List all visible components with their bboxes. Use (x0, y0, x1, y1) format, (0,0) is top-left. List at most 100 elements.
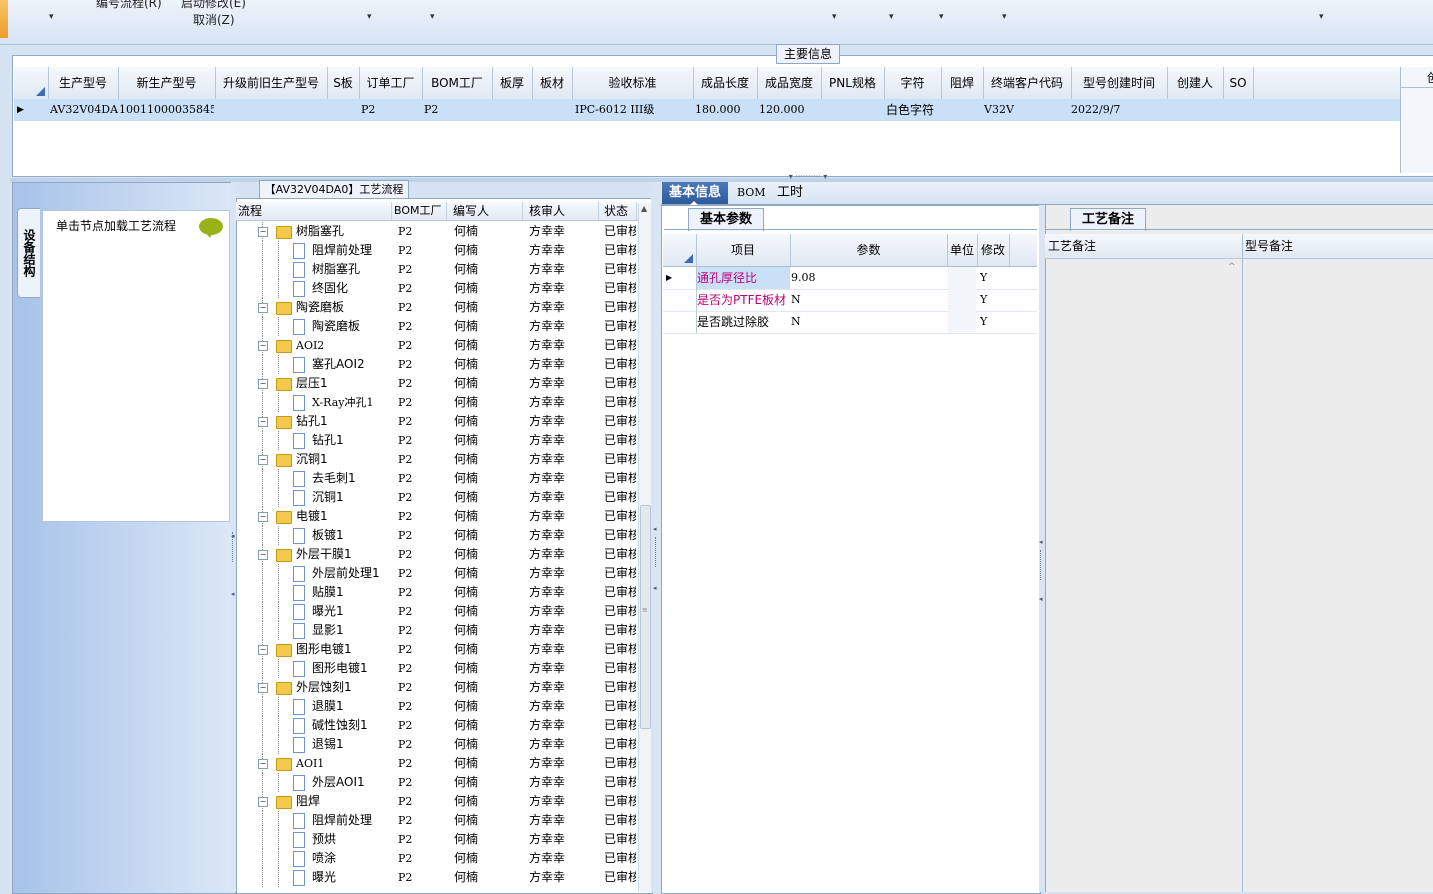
col-header[interactable]: 生产型号 (48, 67, 119, 99)
splitter-grip-icon[interactable]: ▾ ·········· ▾ (779, 173, 837, 181)
collapse-node-icon[interactable]: − (258, 341, 268, 351)
tree-row[interactable]: − 外层干膜1 P2 何楠 方幸幸 已审核 (236, 545, 636, 564)
tab-work-hours[interactable]: 工时 (777, 182, 803, 204)
collapse-node-icon[interactable]: − (258, 759, 268, 769)
cell[interactable]: P2 (361, 99, 421, 121)
col-header[interactable]: 核审人 (523, 202, 599, 220)
collapse-left-icon[interactable]: ◂ (653, 525, 657, 533)
param-modify[interactable]: Y (980, 311, 1008, 333)
tree-row[interactable]: − 阻焊 P2 何楠 方幸幸 已审核 (236, 792, 636, 811)
cell[interactable] (217, 99, 327, 121)
tab-device-structure[interactable]: 设备结构 (17, 208, 40, 298)
model-notes-input[interactable] (1245, 259, 1433, 891)
collapse-node-icon[interactable]: − (258, 379, 268, 389)
chevron-down-icon[interactable]: ▾ (367, 12, 372, 22)
param-unit[interactable] (948, 311, 976, 333)
chevron-down-icon[interactable]: ▾ (889, 12, 894, 22)
col-header[interactable]: 型号创建时间 (1071, 67, 1168, 99)
param-value[interactable]: N (791, 311, 946, 333)
cell[interactable] (534, 99, 572, 121)
tree-row[interactable]: − 电镀1 P2 何楠 方幸幸 已审核 (236, 507, 636, 526)
tree-row[interactable]: 图形电镀1 P2 何楠 方幸幸 已审核 (236, 659, 636, 678)
col-header[interactable]: 单位 (947, 234, 978, 266)
col-header[interactable]: 型号备注 (1242, 234, 1433, 258)
tree-row[interactable]: 板镀1 P2 何楠 方幸幸 已审核 (236, 526, 636, 545)
param-value[interactable]: N (791, 289, 946, 311)
collapse-node-icon[interactable]: − (258, 417, 268, 427)
col-header[interactable]: BOM工厂 (392, 202, 447, 220)
tree-row[interactable]: − 层压1 P2 何楠 方幸幸 已审核 (236, 374, 636, 393)
cell[interactable]: V32V (984, 99, 1070, 121)
col-header[interactable]: 阻焊 (941, 67, 984, 99)
param-row[interactable]: ▶ 通孔厚径比 9.08 Y (663, 267, 1037, 290)
collapse-node-icon[interactable]: − (258, 303, 268, 313)
param-row[interactable]: 是否跳过除胶 N Y (663, 311, 1037, 334)
col-header[interactable]: 验收标准 (572, 67, 694, 99)
tree-row[interactable]: − 陶瓷磨板 P2 何楠 方幸幸 已审核 (236, 298, 636, 317)
tree-row[interactable]: X-Ray冲孔1 P2 何楠 方幸幸 已审核 (236, 393, 636, 412)
collapse-left-icon[interactable]: ◂ (653, 584, 657, 592)
tree-row[interactable]: 外层AOI1 P2 何楠 方幸幸 已审核 (236, 773, 636, 792)
chevron-down-icon[interactable]: ▾ (49, 12, 54, 22)
collapse-node-icon[interactable]: − (258, 455, 268, 465)
cell[interactable]: AV32V04DA0 (50, 99, 118, 121)
collapse-node-icon[interactable]: − (258, 550, 268, 560)
tree-row[interactable]: 钻孔1 P2 何楠 方幸幸 已审核 (236, 431, 636, 450)
chevron-down-icon[interactable]: ▾ (430, 12, 435, 22)
cell[interactable] (1169, 99, 1223, 121)
cell[interactable]: 180.000 (695, 99, 757, 121)
tree-row[interactable]: − 图形电镀1 P2 何楠 方幸幸 已审核 (236, 640, 636, 659)
collapse-left-icon[interactable]: ◂ (1039, 595, 1043, 603)
param-row[interactable]: 是否为PTFE板材 N Y (663, 289, 1037, 312)
col-header[interactable]: 板材 (532, 67, 573, 99)
cell[interactable]: 120.000 (759, 99, 821, 121)
col-header[interactable]: 字符 (884, 67, 942, 99)
col-header[interactable]: 修改 (977, 234, 1010, 266)
col-header[interactable]: 流程 (236, 202, 392, 220)
param-modify[interactable]: Y (980, 289, 1008, 311)
tree-row[interactable]: 曝光 P2 何楠 方幸幸 已审核 (236, 868, 636, 887)
param-unit[interactable] (948, 267, 976, 289)
col-header[interactable]: 工艺备注 (1045, 234, 1238, 258)
tree-row[interactable]: 树脂塞孔 P2 何楠 方幸幸 已审核 (236, 260, 636, 279)
tree-row[interactable]: 碱性蚀刻1 P2 何楠 方幸幸 已审核 (236, 716, 636, 735)
collapse-left-icon[interactable]: ◂ (1039, 538, 1043, 546)
chevron-down-icon[interactable]: ▾ (1002, 12, 1007, 22)
tree-row[interactable]: 终固化 P2 何楠 方幸幸 已审核 (236, 279, 636, 298)
cell[interactable] (823, 99, 883, 121)
col-header[interactable]: 参数 (790, 234, 948, 266)
collapse-node-icon[interactable]: − (258, 645, 268, 655)
cell[interactable]: 10011000035845 (119, 99, 214, 121)
cell[interactable]: 白色字符 (886, 99, 941, 121)
col-header[interactable]: 项目 (696, 234, 791, 266)
tree-row[interactable]: 曝光1 P2 何楠 方幸幸 已审核 (236, 602, 636, 621)
collapse-node-icon[interactable]: − (258, 227, 268, 237)
col-header[interactable]: 新生产型号 (118, 67, 216, 99)
col-header[interactable]: 编写人 (447, 202, 523, 220)
cell[interactable]: IPC-6012 III级 (575, 99, 693, 121)
chevron-down-icon[interactable]: ▾ (939, 12, 944, 22)
cell[interactable] (1225, 99, 1253, 121)
tree-row[interactable]: 陶瓷磨板 P2 何楠 方幸幸 已审核 (236, 317, 636, 336)
tree-row[interactable]: − AOI1 P2 何楠 方幸幸 已审核 (236, 754, 636, 773)
menu-number-flow[interactable]: 编号流程(R) (96, 0, 162, 11)
collapse-node-icon[interactable]: − (258, 512, 268, 522)
tree-row[interactable]: 退膜1 P2 何楠 方幸幸 已审核 (236, 697, 636, 716)
vertical-splitter[interactable]: ◂ ◂ (651, 182, 661, 892)
tree-row[interactable]: 阻焊前处理 P2 何楠 方幸幸 已审核 (236, 241, 636, 260)
col-header[interactable]: 订单工厂 (359, 67, 423, 99)
tree-row[interactable]: 退锡1 P2 何楠 方幸幸 已审核 (236, 735, 636, 754)
collapse-node-icon[interactable]: − (258, 683, 268, 693)
scroll-up-icon[interactable]: ^ (1228, 262, 1236, 272)
tree-row[interactable]: − 外层蚀刻1 P2 何楠 方幸幸 已审核 (236, 678, 636, 697)
col-header[interactable]: 创建人 (1167, 67, 1224, 99)
col-header[interactable]: SO (1223, 67, 1254, 99)
scroll-up-icon[interactable]: ▲ (641, 204, 647, 213)
tab-basic-params[interactable]: 基本参数 (688, 208, 764, 231)
chevron-down-icon[interactable]: ▾ (1319, 12, 1324, 22)
tree-row[interactable]: 塞孔AOI2 P2 何楠 方幸幸 已审核 (236, 355, 636, 374)
tree-row[interactable]: 去毛刺1 P2 何楠 方幸幸 已审核 (236, 469, 636, 488)
tree-row[interactable]: 显影1 P2 何楠 方幸幸 已审核 (236, 621, 636, 640)
tab-bom[interactable]: BOM (737, 182, 766, 204)
cell[interactable] (329, 99, 359, 121)
